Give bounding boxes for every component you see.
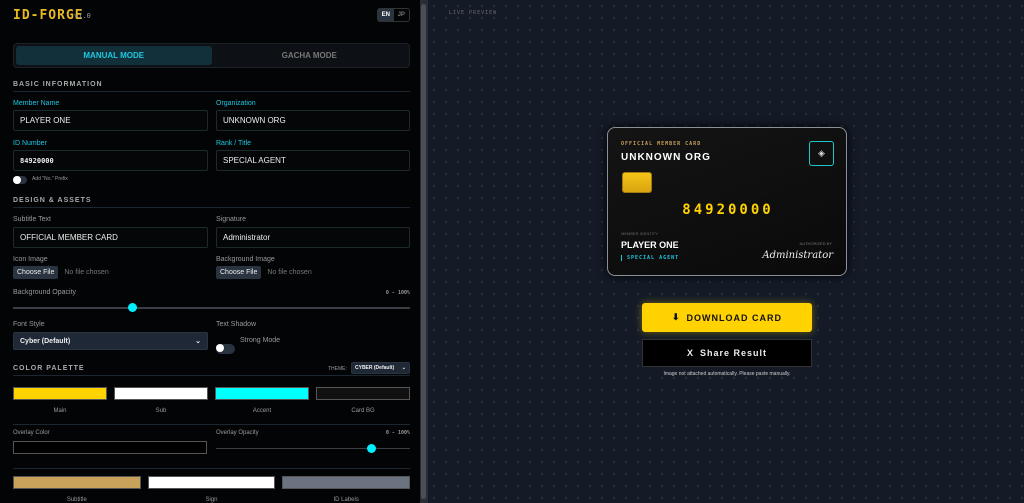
prefix-toggle[interactable] [13,176,27,184]
text-shadow-value: Strong Mode [240,337,281,344]
chevron-down-icon: ⌄ [401,365,406,371]
divider [13,424,410,425]
bg-opacity-label: Background Opacity [13,289,77,296]
theme-select[interactable]: CYBER (Default) ⌄ [351,362,410,374]
divider [13,468,410,469]
id-number-label: ID Number [13,140,47,147]
signature-input[interactable]: Administrator [216,227,410,248]
lang-jp[interactable]: JP [394,9,410,21]
swatch-label: Accent [252,408,272,414]
file-status: No file chosen [64,269,109,276]
divider [13,207,410,208]
download-card-button[interactable]: ⬇ DOWNLOAD CARD [642,303,812,332]
authorized-label: AUTHORIZED BY [799,241,832,246]
identity-label: MEMBER IDENTITY [621,231,658,236]
slider-thumb[interactable] [128,303,138,312]
overlay-color-label: Overlay Color [13,430,50,436]
color-swatch[interactable] [282,476,410,489]
rank-label: Rank / Title [216,140,252,147]
member-name-input[interactable]: PLAYER ONE [13,110,208,131]
member-name-label: Member Name [13,100,60,107]
section-basic-info: BASIC INFORMATION [13,81,103,88]
font-style-select[interactable]: Cyber (Default) ⌄ [13,332,208,350]
overlay-opacity-range: 0 - 100% [385,430,410,436]
card-subtitle: OFFICIAL MEMBER CARD [621,141,702,147]
background-image-label: Background Image [216,256,275,263]
live-preview-label: LIVE PREVIEW [449,10,498,16]
card-signature: Administrator [762,250,833,261]
preview-panel: LIVE PREVIEW OFFICIAL MEMBER CARD UNKNOW… [428,0,1024,503]
language-switch: EN JP [377,8,410,22]
share-note: Image not attached automatically. Please… [663,371,791,377]
tab-gacha-mode[interactable]: GACHA MODE [212,46,408,65]
choose-file-button[interactable]: Choose File [216,266,262,279]
subtitle-input[interactable]: OFFICIAL MEMBER CARD [13,227,208,248]
color-swatch[interactable] [13,476,141,489]
swatch-label: Sub [155,408,167,414]
font-style-value: Cyber (Default) [20,337,71,345]
background-file-input[interactable]: Choose File No file chosen [216,266,312,279]
download-label: DOWNLOAD CARD [686,312,783,323]
scrollbar[interactable] [420,0,428,503]
x-logo-icon: X [686,348,694,358]
overlay-color-picker[interactable] [13,441,207,454]
color-swatch[interactable] [147,476,276,489]
overlay-opacity-label: Overlay Opacity [216,430,259,436]
id-number-input[interactable]: 84920000 [13,150,208,171]
divider [13,91,410,92]
theme-value: CYBER (Default) [355,365,395,371]
card-name: PLAYER ONE [621,240,679,250]
swatch-label: Main [53,408,67,414]
icon-file-input[interactable]: Choose File No file chosen [13,266,109,279]
card-id-number: 84920000 [682,202,774,218]
color-swatch[interactable] [13,387,107,400]
organization-label: Organization [216,100,256,107]
swatch-label: Card BG [351,408,375,414]
app-version: v1.0 [74,12,91,20]
organization-input[interactable]: UNKNOWN ORG [216,110,410,131]
section-design-assets: DESIGN & ASSETS [13,197,92,204]
text-shadow-toggle[interactable] [216,344,235,354]
mode-tabs: MANUAL MODE GACHA MODE [13,43,410,68]
slider-thumb[interactable] [367,444,377,453]
prefix-label: Add "No." Prefix [32,176,68,182]
color-swatch[interactable] [215,387,309,400]
member-card: OFFICIAL MEMBER CARD UNKNOWN ORG ◈ 84920… [607,127,847,276]
rank-input[interactable]: SPECIAL AGENT [216,150,410,171]
editor-panel: ID-FORGE v1.0 EN JP MANUAL MODE GACHA MO… [0,0,420,503]
card-org: UNKNOWN ORG [621,152,711,163]
choose-file-button[interactable]: Choose File [13,266,59,279]
signature-label: Signature [216,216,246,223]
theme-label: THEME: [328,366,347,372]
download-icon: ⬇ [671,312,681,322]
color-swatch[interactable] [114,387,208,400]
font-style-label: Font Style [13,321,45,328]
subtitle-label: Subtitle Text [13,216,52,223]
chip-icon [622,172,652,193]
lang-en[interactable]: EN [378,9,394,21]
swatch-label: ID Labels [333,497,359,503]
file-status: No file chosen [267,269,312,276]
diamond-icon: ◈ [809,141,834,166]
color-swatch[interactable] [316,387,410,400]
tab-manual-mode[interactable]: MANUAL MODE [16,46,212,65]
overlay-opacity-slider[interactable] [216,444,410,453]
card-rank: SPECIAL AGENT [621,255,679,261]
divider [13,375,410,376]
section-color-palette: COLOR PALETTE [13,365,85,372]
share-label: Share Result [699,348,768,358]
swatch-label: Subtitle [66,497,87,503]
share-result-button[interactable]: X Share Result [642,339,812,367]
bg-opacity-slider[interactable] [13,303,410,312]
icon-image-label: Icon Image [13,256,48,263]
swatch-label: Sign [205,497,218,503]
chevron-down-icon: ⌄ [195,338,201,345]
bg-opacity-range: 0 - 100% [385,290,410,296]
text-shadow-label: Text Shadow [216,321,257,328]
